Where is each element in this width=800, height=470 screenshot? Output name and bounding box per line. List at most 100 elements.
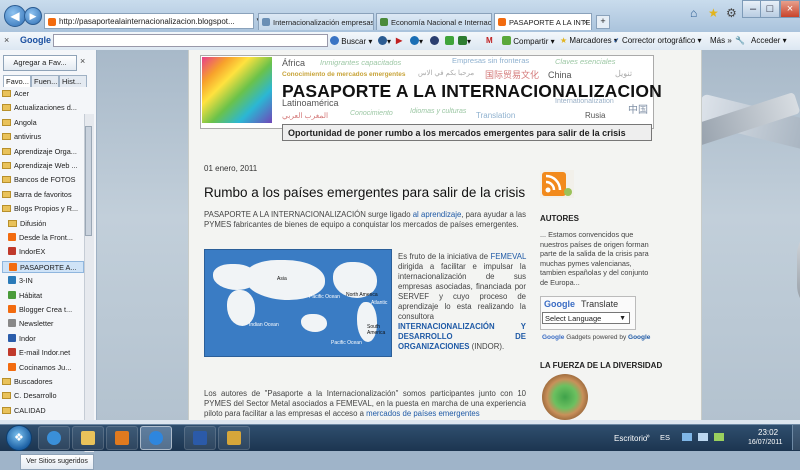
taskbar-app-word[interactable] xyxy=(184,426,216,450)
window-close-button[interactable]: × xyxy=(780,0,800,18)
clock-time[interactable]: 23:02 xyxy=(758,428,778,437)
gear-icon[interactable]: ⚙ xyxy=(726,6,740,20)
favorite-item[interactable]: Difusión xyxy=(2,218,84,230)
post-title[interactable]: Rumbo a los países emergentes para salir… xyxy=(204,185,525,200)
mercados-emergentes-link[interactable]: mercados de países emergentes xyxy=(366,409,480,418)
favorite-item[interactable]: Newsletter xyxy=(2,318,84,330)
favorite-item[interactable]: Actualizaciones d... xyxy=(2,102,84,114)
world-map-image[interactable]: Pacific Ocean North America Atlantic Asi… xyxy=(204,249,392,357)
favorite-item-label: Barra de favoritos xyxy=(14,189,72,199)
add-to-favorites-button[interactable]: Agregar a Fav... xyxy=(3,55,77,71)
show-desktop-button[interactable] xyxy=(792,425,800,450)
taskbar-app-outlook[interactable] xyxy=(218,426,250,450)
favorite-item[interactable]: Aprendizaje Orga... xyxy=(2,146,84,158)
cloud-word: Translation xyxy=(476,111,516,120)
blog-title[interactable]: PASAPORTE A LA INTERNACIONALIZACION xyxy=(282,81,662,102)
cloud-word: المغرب العربي xyxy=(282,111,329,120)
tab-internacionalizacion[interactable]: Internacionalización empresas... xyxy=(258,13,374,30)
youtube-icon[interactable]: ▶ xyxy=(396,36,402,45)
toolbar-search-input[interactable] xyxy=(53,34,328,47)
taskbar-app-ie-active[interactable] xyxy=(140,426,172,450)
favorite-item[interactable]: E-mail Indor.net xyxy=(2,347,84,359)
favorite-item[interactable]: Desde la Front... xyxy=(2,232,84,244)
favorite-item-label: CALIDAD xyxy=(14,405,46,415)
maximize-button[interactable]: □ xyxy=(760,0,780,18)
tray-network-icon[interactable] xyxy=(682,433,692,441)
favorites-scroll-thumb[interactable] xyxy=(85,126,92,236)
tab-history[interactable]: Hist... xyxy=(59,75,87,87)
favorite-item[interactable]: CALIDAD xyxy=(2,405,84,417)
language-select[interactable]: Select Language ▼ xyxy=(542,312,630,324)
tab-favorites[interactable]: Favo... xyxy=(3,75,31,87)
desktop-toolbar-label[interactable]: Escritorio xyxy=(614,434,647,443)
google-logo: Google xyxy=(544,299,575,309)
toolbar-bookmarks-button[interactable]: ★ Marcadores ▾ xyxy=(560,36,618,45)
toolbar-signin-link[interactable]: Acceder ▾ xyxy=(751,36,787,45)
tab-economia-nacional[interactable]: Economía Nacional e Internaci... xyxy=(376,13,492,30)
toolbar-close-icon[interactable]: × xyxy=(4,35,9,45)
taskbar-app-media[interactable] xyxy=(106,426,138,450)
address-bar[interactable]: http://pasaportealainternacionalizacion.… xyxy=(44,13,254,29)
favorite-item[interactable]: Indor xyxy=(2,333,84,345)
rss-feed-icon[interactable] xyxy=(540,170,574,198)
tab-pasaporte[interactable]: PASAPORTE A LA INTERNA... × xyxy=(494,13,592,30)
tray-battery-icon[interactable] xyxy=(714,433,724,441)
favorite-item[interactable]: PASAPORTE A... xyxy=(2,260,84,273)
word-icon xyxy=(193,431,207,445)
favorite-item[interactable]: Hábitat xyxy=(2,290,84,302)
toolbar-chat-icon[interactable]: ▾ xyxy=(458,36,471,46)
toolbar-globe2-icon[interactable]: ▾ xyxy=(410,36,423,46)
taskbar-app-ie[interactable] xyxy=(38,426,70,450)
google-link[interactable]: Google xyxy=(628,334,650,341)
indor-link[interactable]: INTERNACIONALIZACIÓN Y DESARROLLO DE ORG… xyxy=(398,322,526,351)
site-favicon-icon xyxy=(8,333,16,342)
favorite-item[interactable]: antivirus xyxy=(2,131,84,143)
favorite-item[interactable]: Blogger Crea t... xyxy=(2,304,84,316)
toolbar-more-button[interactable]: Más » xyxy=(710,36,732,45)
femeval-link[interactable]: FEMEVAL xyxy=(490,252,526,261)
tray-volume-icon[interactable] xyxy=(698,433,708,441)
tray-expand-icon[interactable]: » xyxy=(646,433,650,440)
favorite-item-label: Indor xyxy=(19,333,36,343)
clock-date[interactable]: 16/07/2011 xyxy=(748,439,783,446)
tab-feeds[interactable]: Fuen... xyxy=(31,75,59,87)
favorite-item[interactable]: Acer xyxy=(2,88,84,100)
favorite-item[interactable]: 3-IN xyxy=(2,275,84,287)
favorite-item[interactable]: Aprendizaje Web ... xyxy=(2,160,84,172)
wrench-icon[interactable]: 🔧 xyxy=(735,36,745,45)
toolbar-share-button[interactable]: Compartir ▾ xyxy=(502,36,555,46)
favorite-item[interactable]: Buscadores xyxy=(2,376,84,388)
favorite-item[interactable]: Blogs Propios y R... xyxy=(2,203,84,215)
favorite-item-label: Cocinamos Ju... xyxy=(19,362,72,372)
post-paragraph-authors: Los autores de "Pasaporte a la Internaci… xyxy=(204,389,526,419)
start-button[interactable]: ❖ xyxy=(6,425,32,451)
favorites-close-icon[interactable]: × xyxy=(80,56,85,66)
favorites-list: Acer Actualizaciones d... Angola antivirus A… xyxy=(2,88,84,448)
favorite-item[interactable]: C. Desarrollo xyxy=(2,390,84,402)
suggested-sites-button[interactable]: Ver Sitios sugeridos xyxy=(20,454,94,470)
favorite-item[interactable]: Angola xyxy=(2,117,84,129)
favorite-item-label: Hábitat xyxy=(19,290,43,300)
forward-button[interactable]: ▶ xyxy=(24,7,42,25)
favorite-item[interactable]: Barra de favoritos xyxy=(2,189,84,201)
toolbar-green-icon[interactable] xyxy=(445,36,454,46)
favorite-item[interactable]: Bancos de FOTOS xyxy=(2,174,84,186)
toolbar-search-button[interactable]: Buscar ▾ xyxy=(330,36,372,46)
toolbar-globe-icon[interactable]: ▾ xyxy=(378,36,391,46)
home-icon[interactable]: ⌂ xyxy=(690,6,704,20)
tab-close-icon[interactable]: × xyxy=(583,14,588,30)
folder-icon xyxy=(2,133,11,141)
toolbar-spellcheck-button[interactable]: ✓ Corrector ortográfico ▾ xyxy=(613,36,702,45)
toolbar-circle-icon[interactable] xyxy=(430,36,439,46)
favorite-item[interactable]: IndorEX xyxy=(2,246,84,258)
back-button[interactable]: ◀ xyxy=(4,5,26,27)
favorite-item[interactable]: Cocinamos Ju... xyxy=(2,362,84,374)
gmail-icon[interactable]: M xyxy=(486,36,493,45)
taskbar-app-explorer[interactable] xyxy=(72,426,104,450)
new-tab-button[interactable]: + xyxy=(596,15,610,29)
aprendizaje-link[interactable]: al aprendizaje xyxy=(413,210,462,219)
favorites-star-icon[interactable]: ★ xyxy=(708,6,722,20)
blogger-favicon-icon xyxy=(48,18,56,26)
language-indicator[interactable]: ES xyxy=(660,433,670,442)
favorite-item-label: 3-IN xyxy=(19,276,33,286)
